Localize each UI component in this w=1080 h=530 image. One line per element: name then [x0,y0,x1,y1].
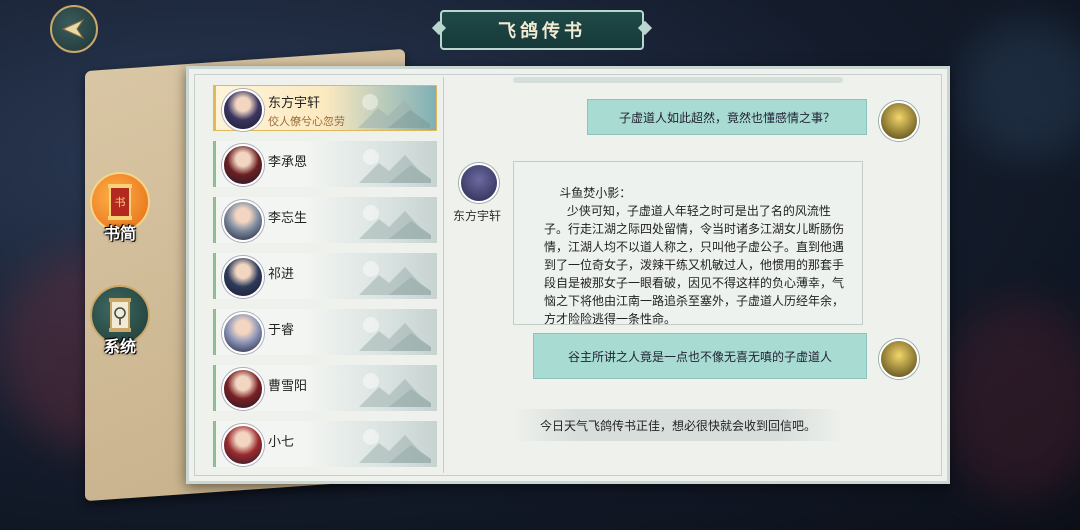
chat-message-text: 斗鱼焚小影： 少侠可知，子虚道人年轻之时可是出了名的风流性子。行走江湖之际四处留… [544,186,845,326]
contact-name: 东方宇轩 [268,96,321,111]
contact-name: 曹雪阳 [268,379,308,394]
contact-avatar [222,368,264,410]
contact-item[interactable]: 于睿 [213,309,437,355]
contact-avatar [222,89,264,131]
back-arrow-icon [61,18,85,40]
player-avatar[interactable] [879,101,919,141]
contact-name: 于睿 [268,323,295,338]
mountain-decoration-icon [359,205,431,239]
sender-name: 东方宇轩 [453,209,502,223]
contact-item[interactable]: 小七 [213,421,437,467]
page-title: 飞鸽传书 [440,10,644,50]
background-glow [940,300,1080,500]
letter-panel: 东方宇轩 佼人僚兮心忽劳 李承恩 李忘生 祁进 于睿 曹雪阳 小七 子虚道人如此超然，竟然也懂… [186,66,950,484]
contact-item[interactable]: 东方宇轩佼人僚兮心忽劳 [213,85,437,131]
contact-name: 李承恩 [268,155,308,170]
contact-avatar [222,144,264,186]
contact-item[interactable]: 李承恩 [213,141,437,187]
system-tab-button[interactable]: 系统 [88,285,152,357]
mountain-decoration-icon [359,149,431,183]
system-message: 今日天气飞鸽传书正佳，想必很快就会收到回信吧。 [513,409,843,441]
contact-avatar [222,256,264,298]
system-tab-label: 系统 [103,337,136,356]
contact-item[interactable]: 曹雪阳 [213,365,437,411]
letters-tab-label: 书简 [103,224,136,243]
chat-message-text: 谷主所讲之人竟是一点也不像无喜无嗔的子虚道人 [567,349,832,364]
mountain-decoration-icon [359,429,431,463]
chat-bubble-self: 子虚道人如此超然，竟然也懂感情之事？ [587,99,867,135]
contact-name: 祁进 [268,267,295,282]
contact-name: 李忘生 [268,211,308,226]
chat-bubble-self: 谷主所讲之人竟是一点也不像无喜无嗔的子虚道人 [533,333,867,379]
contact-item[interactable]: 李忘生 [213,197,437,243]
contact-avatar [222,312,264,354]
back-button[interactable] [50,5,98,53]
contact-subtitle: 佼人僚兮心忽劳 [268,115,345,128]
contact-name: 小七 [268,435,295,450]
chat-scroll-top [513,77,843,83]
mountain-decoration-icon [359,317,431,351]
contact-item[interactable]: 祁进 [213,253,437,299]
contact-avatar [222,424,264,466]
mountain-decoration-icon [358,94,430,128]
contact-avatar [222,200,264,242]
scroll-emblem-text: 书 [115,196,126,209]
contact-avatar[interactable] [459,163,499,203]
chat-message-text: 子虚道人如此超然，竟然也懂感情之事？ [618,110,835,125]
mountain-decoration-icon [359,261,431,295]
letters-tab-button[interactable]: 书 书简 [88,172,152,244]
mountain-decoration-icon [359,373,431,407]
chat-bubble-other: 斗鱼焚小影： 少侠可知，子虚道人年轻之时可是出了名的风流性子。行走江湖之际四处留… [513,161,863,326]
background-glow [960,20,1080,160]
player-avatar[interactable] [879,339,919,379]
panel-divider [443,77,444,473]
